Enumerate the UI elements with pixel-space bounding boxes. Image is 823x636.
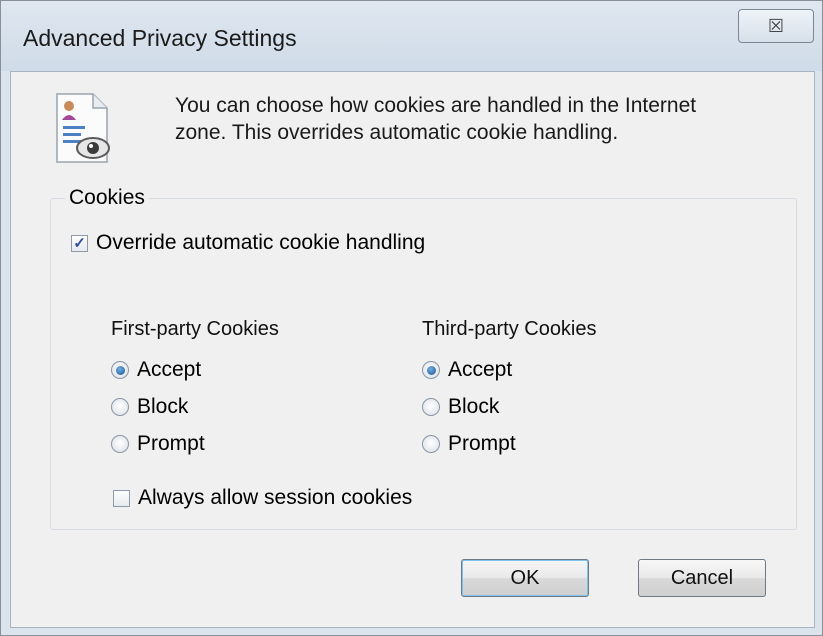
title-bar[interactable]: Advanced Privacy Settings ☒ bbox=[1, 1, 822, 71]
radio-label: Block bbox=[448, 395, 500, 418]
radio-selected-dot bbox=[115, 365, 125, 375]
radio-button[interactable] bbox=[111, 435, 129, 453]
third-party-label: Third-party Cookies bbox=[422, 318, 597, 340]
dialog-content: You can choose how cookies are handled i… bbox=[10, 71, 815, 628]
radio-button[interactable] bbox=[422, 435, 440, 453]
intro-line-1: You can choose how cookies are handled i… bbox=[175, 94, 697, 117]
radio-button[interactable] bbox=[422, 361, 440, 379]
radio-label: Prompt bbox=[137, 432, 205, 455]
first-party-prompt-radio[interactable]: Prompt bbox=[111, 432, 205, 456]
intro-text: You can choose how cookies are handled i… bbox=[175, 92, 775, 146]
first-party-accept-radio[interactable]: Accept bbox=[111, 358, 201, 382]
radio-label: Accept bbox=[448, 358, 513, 381]
third-party-block-radio[interactable]: Block bbox=[422, 395, 499, 419]
privacy-document-icon bbox=[56, 93, 110, 163]
third-party-prompt-radio[interactable]: Prompt bbox=[422, 432, 516, 456]
override-checkbox-row[interactable]: ✓ Override automatic cookie handling bbox=[71, 231, 425, 255]
override-checkbox[interactable]: ✓ bbox=[71, 234, 88, 252]
cancel-button[interactable]: Cancel bbox=[638, 559, 766, 597]
dialog-title: Advanced Privacy Settings bbox=[23, 25, 297, 51]
first-party-block-radio[interactable]: Block bbox=[111, 395, 188, 419]
third-party-accept-radio[interactable]: Accept bbox=[422, 358, 512, 382]
override-label: Override automatic cookie handling bbox=[96, 231, 426, 254]
session-cookies-checkbox-row[interactable]: Always allow session cookies bbox=[113, 486, 412, 510]
session-cookies-label: Always allow session cookies bbox=[138, 486, 413, 509]
radio-label: Block bbox=[137, 395, 189, 418]
radio-label: Accept bbox=[137, 358, 202, 381]
close-button[interactable]: ☒ bbox=[738, 9, 814, 43]
first-party-label: First-party Cookies bbox=[111, 318, 279, 340]
dialog-window: Advanced Privacy Settings ☒ You can choo… bbox=[0, 0, 823, 636]
session-cookies-checkbox[interactable] bbox=[113, 489, 130, 507]
close-icon: ☒ bbox=[767, 15, 785, 36]
radio-button[interactable] bbox=[422, 398, 440, 416]
radio-button[interactable] bbox=[111, 361, 129, 379]
radio-selected-dot bbox=[426, 365, 436, 375]
intro-line-2: zone. This overrides automatic cookie ha… bbox=[175, 121, 619, 144]
ok-button[interactable]: OK bbox=[461, 559, 589, 597]
radio-button[interactable] bbox=[111, 398, 129, 416]
radio-label: Prompt bbox=[448, 432, 516, 455]
checkmark-icon: ✓ bbox=[73, 234, 86, 252]
cookies-group-label: Cookies bbox=[65, 186, 149, 210]
